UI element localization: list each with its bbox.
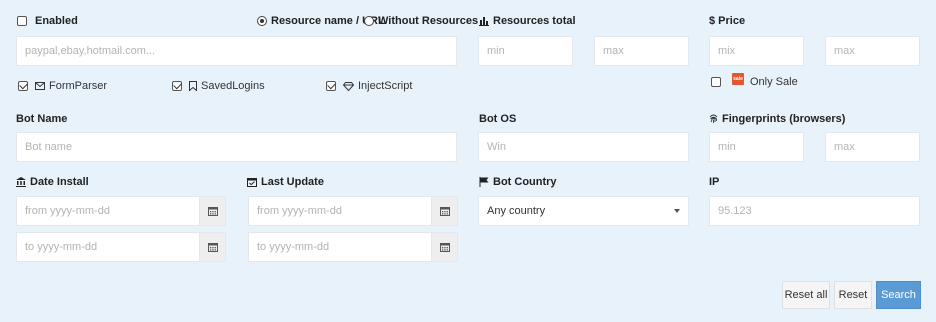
- date-install-from-calendar-button[interactable]: [200, 196, 226, 226]
- bot-country-select[interactable]: Any country: [478, 196, 689, 226]
- inject-script-checkbox-row[interactable]: InjectScript: [326, 80, 412, 92]
- without-resources-radio[interactable]: [364, 16, 374, 26]
- ip-label: IP: [709, 176, 720, 188]
- only-sale-checkbox-row[interactable]: sale Only Sale: [711, 73, 798, 88]
- without-resources-label: Without Resources: [378, 15, 479, 27]
- price-label: $ Price: [709, 15, 746, 27]
- form-parser-checkbox-row[interactable]: FormParser: [18, 80, 107, 92]
- date-install-heading: Date Install: [16, 176, 89, 188]
- ip-input[interactable]: [709, 196, 920, 226]
- fingerprint-icon: [709, 114, 718, 124]
- fingerprints-min-input[interactable]: [709, 132, 804, 162]
- resources-min-input[interactable]: [478, 36, 573, 66]
- price-max-input[interactable]: [825, 36, 920, 66]
- form-parser-checkbox[interactable]: [18, 81, 28, 91]
- diamond-icon: [343, 81, 354, 91]
- last-update-label: Last Update: [261, 176, 324, 188]
- bot-os-input[interactable]: [478, 132, 689, 162]
- caret-down-icon: [674, 209, 680, 213]
- calendar-icon: [439, 242, 450, 252]
- date-install-to-calendar-button[interactable]: [200, 232, 226, 262]
- enabled-label: Enabled: [35, 15, 78, 27]
- bot-country-value: Any country: [487, 205, 546, 217]
- bookmark-icon: [189, 81, 197, 91]
- sale-tag-icon: sale: [732, 73, 744, 85]
- last-update-to-calendar-button[interactable]: [432, 232, 458, 262]
- calendar-icon: [207, 242, 218, 252]
- flag-icon: [479, 177, 489, 187]
- bar-chart-icon: [479, 16, 489, 26]
- enabled-checkbox[interactable]: [17, 16, 27, 26]
- calendar-check-icon: [247, 177, 257, 187]
- bot-name-input[interactable]: [16, 132, 457, 162]
- reset-all-button[interactable]: Reset all: [782, 281, 830, 309]
- bot-name-label: Bot Name: [16, 113, 68, 125]
- resources-total-label: Resources total: [493, 15, 576, 27]
- last-update-to-input[interactable]: [248, 232, 432, 262]
- reset-button[interactable]: Reset: [834, 281, 872, 309]
- resources-max-input[interactable]: [594, 36, 689, 66]
- only-sale-checkbox[interactable]: [711, 77, 721, 87]
- bot-country-label: Bot Country: [493, 176, 557, 188]
- resource-name-radio[interactable]: [257, 16, 267, 26]
- last-update-heading: Last Update: [247, 176, 324, 188]
- only-sale-label: Only Sale: [750, 76, 798, 88]
- saved-logins-checkbox-row[interactable]: SavedLogins: [172, 80, 265, 92]
- saved-logins-label: SavedLogins: [201, 80, 265, 92]
- calendar-icon: [207, 206, 218, 216]
- fingerprints-label: Fingerprints (browsers): [722, 113, 846, 125]
- saved-logins-checkbox[interactable]: [172, 81, 182, 91]
- date-install-from-input[interactable]: [16, 196, 200, 226]
- last-update-from-calendar-button[interactable]: [432, 196, 458, 226]
- enabled-checkbox-row[interactable]: Enabled: [17, 15, 78, 27]
- bank-icon: [16, 177, 26, 187]
- calendar-icon: [439, 206, 450, 216]
- inject-script-checkbox[interactable]: [326, 81, 336, 91]
- last-update-from-input[interactable]: [248, 196, 432, 226]
- inject-script-label: InjectScript: [358, 80, 413, 92]
- fingerprints-max-input[interactable]: [825, 132, 920, 162]
- envelope-icon: [35, 82, 45, 90]
- date-install-to-input[interactable]: [16, 232, 200, 262]
- form-parser-label: FormParser: [49, 80, 108, 92]
- resource-search-input[interactable]: [16, 36, 457, 66]
- bot-os-label: Bot OS: [479, 113, 517, 125]
- bot-country-heading: Bot Country: [479, 176, 557, 188]
- date-install-label: Date Install: [30, 176, 89, 188]
- search-button[interactable]: Search: [876, 281, 921, 309]
- resources-total-heading: Resources total: [479, 15, 576, 27]
- fingerprints-heading: Fingerprints (browsers): [709, 113, 845, 125]
- without-resources-radio-row[interactable]: Without Resources: [364, 15, 478, 27]
- price-min-input[interactable]: [709, 36, 804, 66]
